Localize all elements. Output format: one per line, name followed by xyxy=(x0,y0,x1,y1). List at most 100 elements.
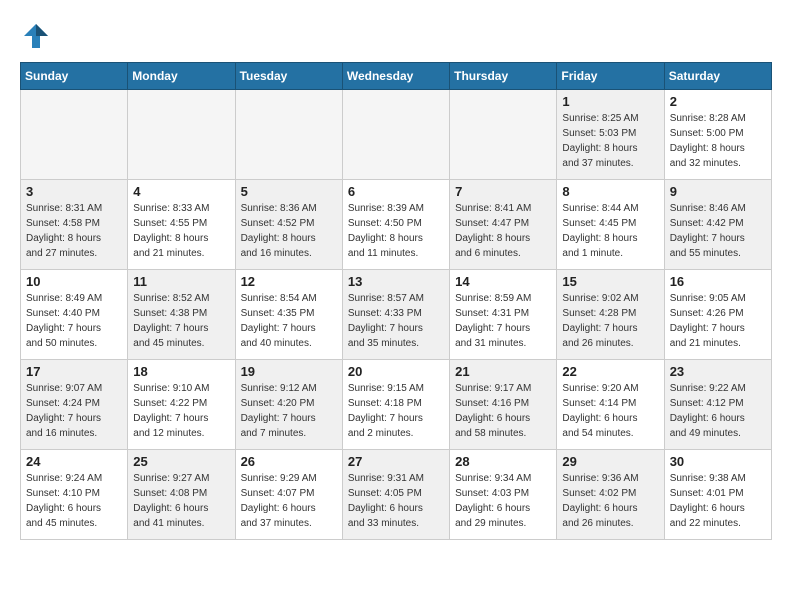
calendar-cell: 29 Sunrise: 9:36 AM Sunset: 4:02 PM Dayli… xyxy=(557,450,664,540)
calendar-cell: 30Sunrise: 9:38 AM Sunset: 4:01 PM Dayli… xyxy=(664,450,771,540)
day-info: Sunrise: 8:54 AM Sunset: 4:35 PM Dayligh… xyxy=(241,291,337,351)
day-info: Sunrise: 8:46 AM Sunset: 4:42 PM Dayligh… xyxy=(670,201,766,261)
day-info: Sunrise: 8:36 AM Sunset: 4:52 PM Dayligh… xyxy=(241,201,337,261)
calendar-cell: 4 Sunrise: 8:33 AM Sunset: 4:55 PM Daylig… xyxy=(128,180,235,270)
day-info: Sunrise: 9:10 AM Sunset: 4:22 PM Dayligh… xyxy=(133,381,229,441)
day-info: Sunrise: 9:15 AM Sunset: 4:18 PM Dayligh… xyxy=(348,381,444,441)
calendar-cell: 13 Sunrise: 8:57 AM Sunset: 4:33 PM Dayli… xyxy=(342,270,449,360)
calendar-cell xyxy=(450,90,557,180)
calendar-cell: 26 Sunrise: 9:29 AM Sunset: 4:07 PM Dayli… xyxy=(235,450,342,540)
day-number: 12 xyxy=(241,274,337,289)
calendar-cell: 7 Sunrise: 8:41 AM Sunset: 4:47 PM Daylig… xyxy=(450,180,557,270)
calendar-cell xyxy=(235,90,342,180)
weekday-header-friday: Friday xyxy=(557,63,664,90)
day-info: Sunrise: 9:02 AM Sunset: 4:28 PM Dayligh… xyxy=(562,291,658,351)
calendar-cell: 24 Sunrise: 9:24 AM Sunset: 4:10 PM Dayli… xyxy=(21,450,128,540)
day-info: Sunrise: 9:27 AM Sunset: 4:08 PM Dayligh… xyxy=(133,471,229,531)
day-number: 29 xyxy=(562,454,658,469)
calendar-cell: 8 Sunrise: 8:44 AM Sunset: 4:45 PM Daylig… xyxy=(557,180,664,270)
calendar-cell: 5Sunrise: 8:36 AM Sunset: 4:52 PM Daylig… xyxy=(235,180,342,270)
calendar-cell: 14Sunrise: 8:59 AM Sunset: 4:31 PM Dayli… xyxy=(450,270,557,360)
weekday-header-monday: Monday xyxy=(128,63,235,90)
day-number: 22 xyxy=(562,364,658,379)
day-number: 16 xyxy=(670,274,766,289)
day-number: 18 xyxy=(133,364,229,379)
calendar-cell: 10 Sunrise: 8:49 AM Sunset: 4:40 PM Dayli… xyxy=(21,270,128,360)
calendar-cell: 12 Sunrise: 8:54 AM Sunset: 4:35 PM Dayli… xyxy=(235,270,342,360)
day-number: 11 xyxy=(133,274,229,289)
calendar-cell: 21 Sunrise: 9:17 AM Sunset: 4:16 PM Dayli… xyxy=(450,360,557,450)
calendar-cell: 9 Sunrise: 8:46 AM Sunset: 4:42 PM Daylig… xyxy=(664,180,771,270)
day-number: 9 xyxy=(670,184,766,199)
page-header xyxy=(20,20,772,52)
calendar-cell xyxy=(342,90,449,180)
calendar-cell: 15 Sunrise: 9:02 AM Sunset: 4:28 PM Dayli… xyxy=(557,270,664,360)
calendar-cell: 1 Sunrise: 8:25 AM Sunset: 5:03 PM Daylig… xyxy=(557,90,664,180)
day-info: Sunrise: 9:17 AM Sunset: 4:16 PM Dayligh… xyxy=(455,381,551,441)
day-number: 10 xyxy=(26,274,122,289)
day-number: 17 xyxy=(26,364,122,379)
day-info: Sunrise: 8:57 AM Sunset: 4:33 PM Dayligh… xyxy=(348,291,444,351)
day-info: Sunrise: 8:52 AM Sunset: 4:38 PM Dayligh… xyxy=(133,291,229,351)
calendar-cell: 20Sunrise: 9:15 AM Sunset: 4:18 PM Dayli… xyxy=(342,360,449,450)
day-info: Sunrise: 8:33 AM Sunset: 4:55 PM Dayligh… xyxy=(133,201,229,261)
day-info: Sunrise: 8:41 AM Sunset: 4:47 PM Dayligh… xyxy=(455,201,551,261)
calendar-cell: 27 Sunrise: 9:31 AM Sunset: 4:05 PM Dayli… xyxy=(342,450,449,540)
day-number: 8 xyxy=(562,184,658,199)
calendar-cell: 11 Sunrise: 8:52 AM Sunset: 4:38 PM Dayli… xyxy=(128,270,235,360)
day-number: 3 xyxy=(26,184,122,199)
day-number: 1 xyxy=(562,94,658,109)
day-info: Sunrise: 8:28 AM Sunset: 5:00 PM Dayligh… xyxy=(670,111,766,171)
day-number: 21 xyxy=(455,364,551,379)
weekday-header-wednesday: Wednesday xyxy=(342,63,449,90)
calendar-cell: 25 Sunrise: 9:27 AM Sunset: 4:08 PM Dayli… xyxy=(128,450,235,540)
calendar-cell: 18 Sunrise: 9:10 AM Sunset: 4:22 PM Dayli… xyxy=(128,360,235,450)
calendar-cell: 19 Sunrise: 9:12 AM Sunset: 4:20 PM Dayli… xyxy=(235,360,342,450)
day-info: Sunrise: 9:31 AM Sunset: 4:05 PM Dayligh… xyxy=(348,471,444,531)
calendar-cell: 22 Sunrise: 9:20 AM Sunset: 4:14 PM Dayli… xyxy=(557,360,664,450)
calendar-table: SundayMondayTuesdayWednesdayThursdayFrid… xyxy=(20,62,772,540)
day-number: 14 xyxy=(455,274,551,289)
day-number: 13 xyxy=(348,274,444,289)
weekday-header-tuesday: Tuesday xyxy=(235,63,342,90)
calendar-cell: 23 Sunrise: 9:22 AM Sunset: 4:12 PM Dayli… xyxy=(664,360,771,450)
day-info: Sunrise: 9:34 AM Sunset: 4:03 PM Dayligh… xyxy=(455,471,551,531)
day-number: 2 xyxy=(670,94,766,109)
day-info: Sunrise: 9:36 AM Sunset: 4:02 PM Dayligh… xyxy=(562,471,658,531)
calendar-cell: 16 Sunrise: 9:05 AM Sunset: 4:26 PM Dayli… xyxy=(664,270,771,360)
day-info: Sunrise: 8:31 AM Sunset: 4:58 PM Dayligh… xyxy=(26,201,122,261)
calendar-cell: 28 Sunrise: 9:34 AM Sunset: 4:03 PM Dayli… xyxy=(450,450,557,540)
day-number: 27 xyxy=(348,454,444,469)
day-number: 24 xyxy=(26,454,122,469)
calendar-cell: 6Sunrise: 8:39 AM Sunset: 4:50 PM Daylig… xyxy=(342,180,449,270)
day-number: 15 xyxy=(562,274,658,289)
day-info: Sunrise: 9:38 AM Sunset: 4:01 PM Dayligh… xyxy=(670,471,766,531)
day-number: 4 xyxy=(133,184,229,199)
logo xyxy=(20,20,56,52)
day-info: Sunrise: 9:22 AM Sunset: 4:12 PM Dayligh… xyxy=(670,381,766,441)
day-number: 23 xyxy=(670,364,766,379)
day-number: 25 xyxy=(133,454,229,469)
day-number: 26 xyxy=(241,454,337,469)
weekday-header-sunday: Sunday xyxy=(21,63,128,90)
weekday-header-saturday: Saturday xyxy=(664,63,771,90)
day-info: Sunrise: 9:05 AM Sunset: 4:26 PM Dayligh… xyxy=(670,291,766,351)
day-info: Sunrise: 9:12 AM Sunset: 4:20 PM Dayligh… xyxy=(241,381,337,441)
calendar-cell: 2 Sunrise: 8:28 AM Sunset: 5:00 PM Daylig… xyxy=(664,90,771,180)
day-number: 19 xyxy=(241,364,337,379)
calendar-cell xyxy=(128,90,235,180)
calendar-cell: 17Sunrise: 9:07 AM Sunset: 4:24 PM Dayli… xyxy=(21,360,128,450)
logo-icon xyxy=(20,20,52,52)
day-number: 6 xyxy=(348,184,444,199)
weekday-header-thursday: Thursday xyxy=(450,63,557,90)
day-info: Sunrise: 8:49 AM Sunset: 4:40 PM Dayligh… xyxy=(26,291,122,351)
day-number: 28 xyxy=(455,454,551,469)
day-info: Sunrise: 8:44 AM Sunset: 4:45 PM Dayligh… xyxy=(562,201,658,261)
calendar-cell xyxy=(21,90,128,180)
day-number: 7 xyxy=(455,184,551,199)
day-info: Sunrise: 9:29 AM Sunset: 4:07 PM Dayligh… xyxy=(241,471,337,531)
day-info: Sunrise: 9:20 AM Sunset: 4:14 PM Dayligh… xyxy=(562,381,658,441)
day-info: Sunrise: 9:24 AM Sunset: 4:10 PM Dayligh… xyxy=(26,471,122,531)
day-info: Sunrise: 8:25 AM Sunset: 5:03 PM Dayligh… xyxy=(562,111,658,171)
calendar-cell: 3 Sunrise: 8:31 AM Sunset: 4:58 PM Daylig… xyxy=(21,180,128,270)
